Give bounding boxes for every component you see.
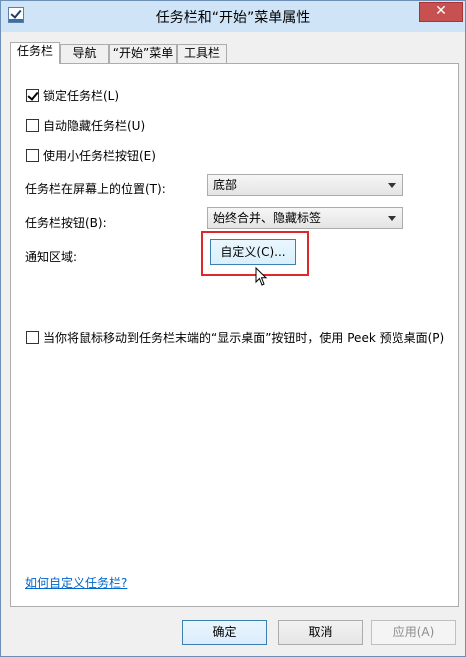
apply-button[interactable]: 应用(A) <box>371 620 456 645</box>
taskbar-buttons-label: 任务栏按钮(B): <box>25 216 107 230</box>
tab-toolbars[interactable]: 工具栏 <box>177 44 227 63</box>
autohide-checkbox[interactable] <box>26 118 39 132</box>
chevron-down-icon <box>388 183 396 188</box>
peek-option[interactable]: 当你将鼠标移动到任务栏末端的“显示桌面”按钮时，使用 Peek 预览桌面(P) <box>26 329 444 345</box>
taskbar-buttons-select[interactable]: 始终合并、隐藏标签 <box>207 207 403 229</box>
lock-taskbar-label[interactable]: 锁定任务栏(L) <box>43 87 119 104</box>
tab-taskbar[interactable]: 任务栏 <box>10 42 60 64</box>
ok-button[interactable]: 确定 <box>182 620 267 645</box>
title-bar[interactable]: 任务栏和“开始”菜单属性 ✕ <box>1 1 465 32</box>
small-buttons-option[interactable]: 使用小任务栏按钮(E) <box>26 147 156 163</box>
notification-area-label: 通知区域: <box>25 250 78 264</box>
peek-checkbox[interactable] <box>26 330 39 344</box>
autohide-option[interactable]: 自动隐藏任务栏(U) <box>26 117 145 133</box>
lock-taskbar-option[interactable]: 锁定任务栏(L) <box>26 87 119 103</box>
customize-button[interactable]: 自定义(C)... <box>210 239 296 265</box>
close-button[interactable]: ✕ <box>419 2 463 22</box>
position-value: 底部 <box>213 178 238 192</box>
tab-start-menu[interactable]: “开始”菜单 <box>109 44 177 63</box>
close-icon: ✕ <box>435 3 447 19</box>
mouse-cursor-icon <box>255 267 268 286</box>
help-link[interactable]: 如何自定义任务栏? <box>25 574 127 591</box>
tab-navigation[interactable]: 导航 <box>60 44 109 63</box>
small-buttons-checkbox[interactable] <box>26 148 39 162</box>
chevron-down-icon <box>388 216 396 221</box>
peek-label[interactable]: 当你将鼠标移动到任务栏末端的“显示桌面”按钮时，使用 Peek 预览桌面(P) <box>43 329 444 346</box>
properties-window: 任务栏和“开始”菜单属性 ✕ 任务栏 导航 “开始”菜单 工具栏 锁定任务栏(L… <box>0 0 466 657</box>
window-title: 任务栏和“开始”菜单属性 <box>155 10 311 26</box>
position-label: 任务栏在屏幕上的位置(T): <box>25 182 166 196</box>
position-select[interactable]: 底部 <box>207 174 403 196</box>
autohide-label[interactable]: 自动隐藏任务栏(U) <box>43 117 145 134</box>
small-buttons-label[interactable]: 使用小任务栏按钮(E) <box>43 147 156 164</box>
tab-panel: 锁定任务栏(L) 自动隐藏任务栏(U) 使用小任务栏按钮(E) 任务栏在屏幕上的… <box>10 63 459 607</box>
lock-taskbar-checkbox[interactable] <box>26 88 39 102</box>
cancel-button[interactable]: 取消 <box>278 620 363 645</box>
taskbar-buttons-value: 始终合并、隐藏标签 <box>213 211 322 225</box>
